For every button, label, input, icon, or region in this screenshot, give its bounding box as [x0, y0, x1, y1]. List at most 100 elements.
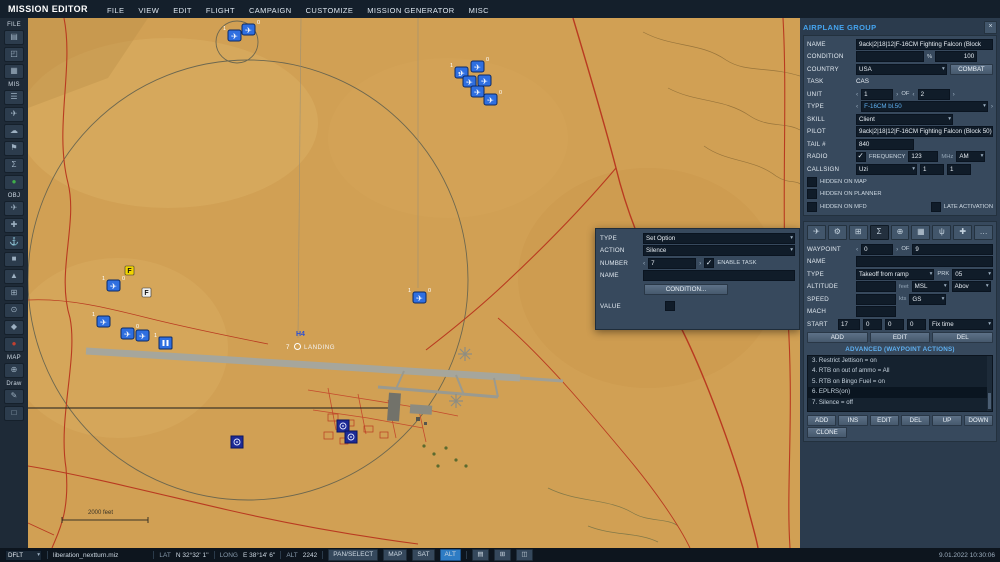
- save-mission-icon[interactable]: ▦: [4, 64, 24, 79]
- waypoint-prev-arrow[interactable]: ‹: [856, 246, 858, 253]
- speed-type-dropdown[interactable]: GS: [909, 293, 947, 305]
- menu-item-file[interactable]: FILE: [100, 6, 131, 15]
- actions-down-button[interactable]: DOWN: [963, 414, 993, 426]
- radio-checkbox[interactable]: [856, 151, 866, 162]
- unit-total-decrement-arrow[interactable]: ‹: [912, 91, 914, 98]
- skill-dropdown[interactable]: Client: [856, 113, 953, 125]
- grid-icon[interactable]: ⊞: [493, 549, 511, 561]
- waypoint-edit-button[interactable]: EDIT: [869, 331, 931, 343]
- mach-field[interactable]: [856, 306, 896, 318]
- modulation-dropdown[interactable]: AM: [956, 151, 986, 163]
- menu-item-mission-generator[interactable]: MISSION GENERATOR: [360, 6, 461, 15]
- fuel-icon[interactable]: ▦: [911, 225, 931, 240]
- draw-pencil-icon[interactable]: ✎: [4, 389, 24, 404]
- goal-icon[interactable]: ⚑: [4, 141, 24, 156]
- value-checkbox[interactable]: [665, 301, 675, 312]
- plane-unit[interactable]: ✈: [470, 85, 485, 98]
- vehicle-group-icon[interactable]: ■: [4, 252, 24, 267]
- tail-number-field[interactable]: 840: [856, 138, 914, 150]
- altitude-ref-dropdown[interactable]: MSL: [911, 281, 949, 293]
- map-options-icon[interactable]: ⊕: [4, 363, 24, 378]
- waypoint-del-button[interactable]: DEL: [932, 331, 994, 343]
- draw-shape-icon[interactable]: □: [4, 406, 24, 421]
- delete-object-icon[interactable]: ●: [4, 337, 24, 352]
- waypoint-action-item[interactable]: 3. Restrict Jettison = on: [808, 356, 992, 367]
- menu-item-customize[interactable]: CUSTOMIZE: [299, 6, 361, 15]
- country-dropdown[interactable]: USA: [856, 63, 947, 75]
- template-icon[interactable]: ⊞: [4, 286, 24, 301]
- waypoint-name-field[interactable]: [856, 256, 993, 268]
- radio-icon[interactable]: ψ: [932, 225, 952, 240]
- unit-total-field[interactable]: 2: [917, 88, 950, 100]
- unit-count-field[interactable]: 1: [861, 88, 894, 100]
- waypoint-next-arrow[interactable]: ›: [896, 246, 898, 253]
- unit-decrement-arrow[interactable]: ‹: [856, 91, 858, 98]
- nav-point-icon[interactable]: ◆: [4, 320, 24, 335]
- start-seconds-field[interactable]: 0: [885, 318, 904, 330]
- open-mission-icon[interactable]: ◰: [4, 47, 24, 62]
- dialog-type-dropdown[interactable]: Set Option: [643, 232, 795, 244]
- map-viewport[interactable]: ✈ 1 ✈ 0 ✈ 1 ✈ 0 ✈ 1 ✈ ✈ ✈ 0 ✈ 1 0 ✈ 1 ✈ 0 ✈ F F ✈ 1 0 1 H4 7 LANDIN…: [28, 18, 800, 548]
- parking-dropdown[interactable]: 05: [952, 268, 993, 280]
- status-ok-icon[interactable]: ●: [4, 175, 24, 190]
- callsign-number2-field[interactable]: 1: [947, 163, 971, 175]
- waypoint-action-item[interactable]: 5. RTB on Bingo Fuel = on: [808, 377, 992, 388]
- triggered-actions-icon[interactable]: Σ: [869, 225, 889, 240]
- combat-button[interactable]: COMBAT: [949, 63, 993, 75]
- type-prev-arrow[interactable]: ‹: [856, 103, 858, 110]
- alt-layer-button[interactable]: ALT: [439, 549, 461, 561]
- unit-total-increment-arrow[interactable]: ›: [953, 91, 955, 98]
- actions-scrollbar[interactable]: [987, 355, 992, 411]
- route-icon[interactable]: ✈: [807, 225, 826, 240]
- speed-field[interactable]: [856, 293, 896, 305]
- actions-up-button[interactable]: UP: [932, 414, 962, 426]
- waypoint-action-item[interactable]: 6. EPLRS(on): [808, 387, 992, 398]
- trigger-zone-icon[interactable]: ⊙: [4, 303, 24, 318]
- group-name-field[interactable]: 9ack|2|18|12|F-16CM Fighting Falcon (Blo…: [856, 38, 993, 50]
- sat-layer-button[interactable]: SAT: [412, 549, 435, 561]
- enable-task-checkbox[interactable]: [704, 258, 715, 269]
- new-mission-icon[interactable]: ▤: [4, 30, 24, 45]
- actions-ins-button[interactable]: INS: [838, 414, 868, 426]
- hidden-on-planner-checkbox[interactable]: [807, 189, 817, 200]
- condition-button[interactable]: CONDITION...: [644, 283, 728, 295]
- menu-item-flight[interactable]: FLIGHT: [199, 6, 242, 15]
- aircraft-type-dropdown[interactable]: F-16CM bl.50: [861, 101, 988, 113]
- menu-item-campaign[interactable]: CAMPAIGN: [242, 6, 299, 15]
- airplane-group-icon[interactable]: ✈: [4, 201, 24, 216]
- time-mode-dropdown[interactable]: Fix time: [929, 318, 993, 330]
- theme-dropdown[interactable]: DFLT: [5, 549, 42, 561]
- plane-unit[interactable]: ✈: [135, 329, 150, 342]
- failures-icon[interactable]: ✚: [953, 225, 973, 240]
- weather-icon[interactable]: ☁: [4, 124, 24, 139]
- start-day-field[interactable]: 0: [907, 318, 926, 330]
- menu-item-edit[interactable]: EDIT: [166, 6, 199, 15]
- hidden-on-map-checkbox[interactable]: [807, 176, 817, 187]
- pilot-field[interactable]: 9ack|2|18|12|F-16CM Fighting Falcon (Blo…: [856, 126, 993, 138]
- info-icon[interactable]: ◫: [515, 549, 533, 561]
- task-value[interactable]: CAS: [856, 78, 869, 85]
- pan-select-button[interactable]: PAN/SELECT: [328, 549, 379, 561]
- map-layer-button[interactable]: MAP: [383, 549, 408, 561]
- advanced-waypoint-actions-link[interactable]: ADVANCED (WAYPOINT ACTIONS): [807, 346, 993, 353]
- flag-white-unit[interactable]: F: [141, 287, 152, 298]
- dialog-number-field[interactable]: 7: [648, 257, 697, 269]
- site-box-unit[interactable]: [230, 435, 244, 449]
- target-icon[interactable]: ⊕: [890, 225, 910, 240]
- scrollbar-thumb[interactable]: [988, 392, 991, 409]
- briefing-icon[interactable]: ☰: [4, 90, 24, 105]
- helicopter-group-icon[interactable]: ✚: [4, 218, 24, 233]
- actions-del-button[interactable]: DEL: [900, 414, 931, 426]
- callsign-number1-field[interactable]: 1: [920, 163, 944, 175]
- layers-icon[interactable]: ▤: [471, 549, 489, 561]
- probability-field[interactable]: 100: [935, 51, 978, 63]
- ship-group-icon[interactable]: ⚓: [4, 235, 24, 250]
- waypoint-index-field[interactable]: 0: [861, 243, 894, 255]
- type-next-arrow[interactable]: ›: [991, 103, 993, 110]
- number-increment-arrow[interactable]: ›: [699, 260, 701, 267]
- start-hours-field[interactable]: 17: [838, 318, 860, 330]
- altitude-field[interactable]: [856, 281, 896, 293]
- formation-icon[interactable]: ⊞: [848, 225, 868, 240]
- dialog-action-dropdown[interactable]: Silence: [643, 245, 795, 257]
- altitude-mode-dropdown[interactable]: Abov: [951, 281, 991, 293]
